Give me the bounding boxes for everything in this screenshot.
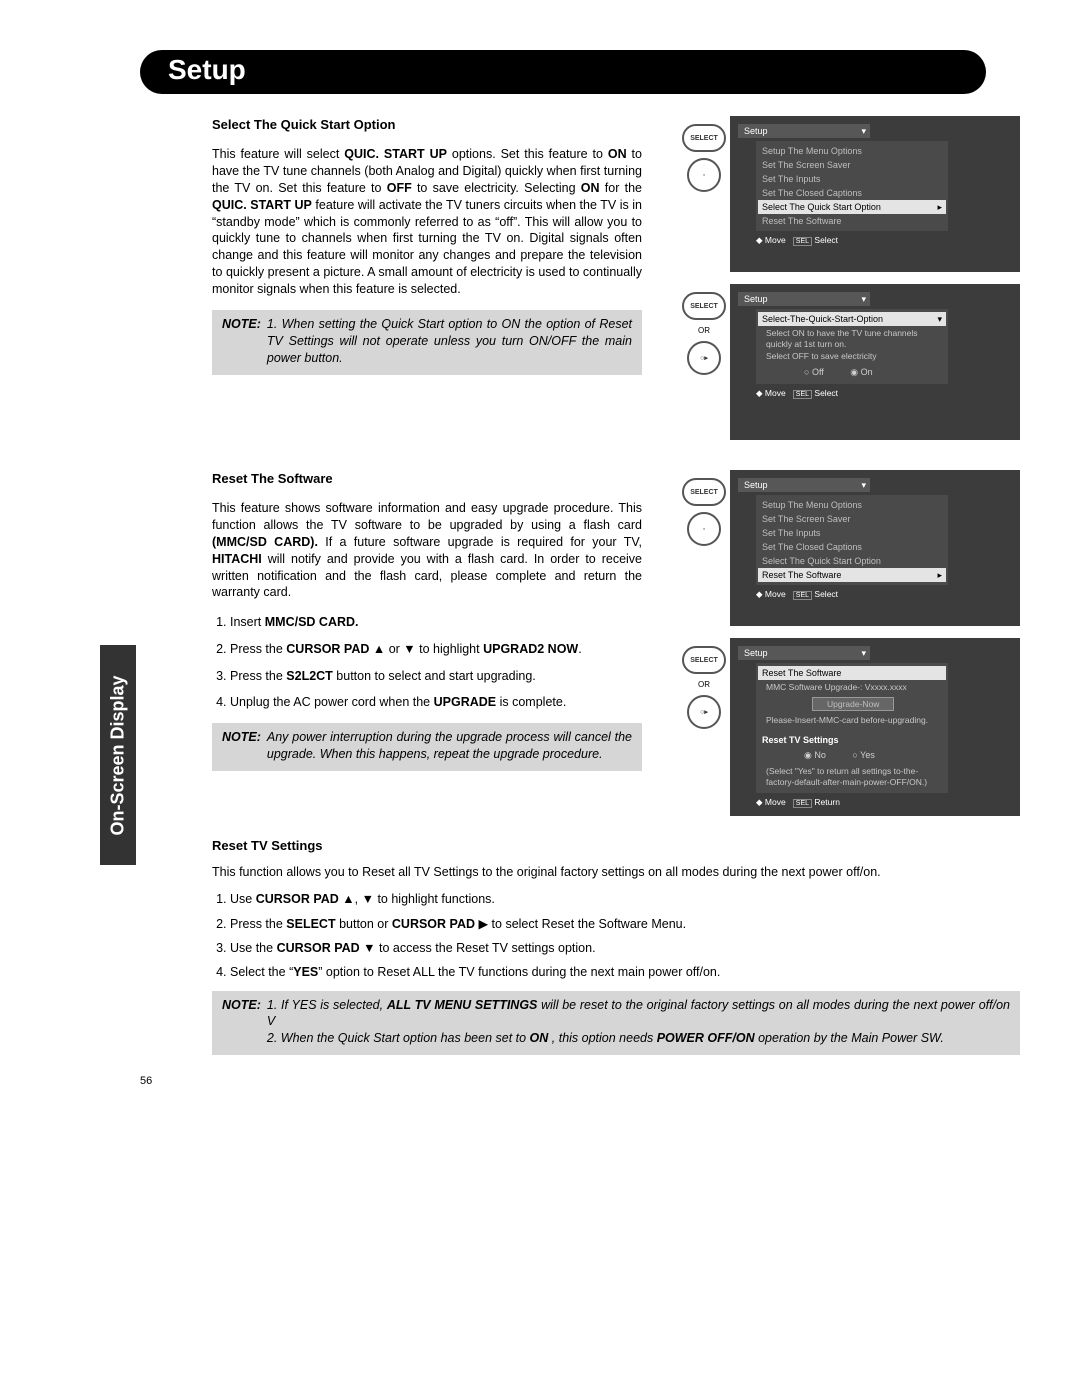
step-item: Use the CURSOR PAD ▼ to access the Reset…	[230, 941, 1020, 955]
note-upgrade: NOTE: Any power interruption during the …	[212, 723, 642, 771]
screen-panel-3: SELECT ◦ Setup Setup The Menu Options Se…	[730, 470, 1020, 626]
step-item: Insert MMC/SD CARD.	[230, 614, 642, 631]
section-reset-tv: Reset TV Settings This function allows y…	[212, 838, 1020, 1056]
menu-item[interactable]: Set The Closed Captions	[762, 540, 942, 554]
osd-statusbar: ◆ Move SEL Select	[756, 589, 1012, 600]
menu-item-highlighted[interactable]: Reset The Software▸	[758, 568, 946, 582]
para-reset-tv: This function allows you to Reset all TV…	[212, 865, 1020, 879]
osd-title: Setup	[738, 646, 870, 660]
menu-item[interactable]: Set The Closed Captions	[762, 186, 942, 200]
osd-hint: Select ON to have the TV tune channels q…	[766, 328, 942, 349]
osd-title: Setup	[738, 124, 870, 138]
note-label: NOTE:	[222, 316, 261, 367]
menu-item[interactable]: Set The Screen Saver	[762, 158, 942, 172]
menu-item[interactable]: Select The Quick Start Option	[762, 554, 942, 568]
remote-cursor-pad[interactable]: ◦	[687, 512, 721, 546]
option-off[interactable]: ○ Off	[804, 367, 824, 377]
upgrade-hint: Please-Insert-MMC-card before-upgrading.	[766, 715, 942, 726]
side-tab-text: On-Screen Display	[108, 675, 129, 835]
remote-cursor-pad[interactable]: ○▸	[687, 341, 721, 375]
step-item: Press the SELECT button or CURSOR PAD ▶ …	[230, 916, 1020, 931]
page-title: Setup	[168, 54, 246, 85]
note-text: 1. If YES is selected, ALL TV MENU SETTI…	[267, 997, 1010, 1048]
option-no[interactable]: ◉ No	[804, 750, 826, 761]
upgrade-title: MMC Software Upgrade-: Vxxxx.xxxx	[766, 682, 942, 693]
option-row: ◉ No ○ Yes	[792, 747, 942, 764]
step-item: Press the CURSOR PAD ▲ or ▼ to highlight…	[230, 641, 642, 658]
screen-panel-1: SELECT ◦ Setup Setup The Menu Options Se…	[730, 116, 1020, 272]
heading-reset-tv: Reset TV Settings	[212, 838, 1020, 853]
section-quick-start: Select The Quick Start Option This featu…	[212, 116, 1020, 452]
osd-hint: Select OFF to save electricity	[766, 351, 942, 362]
menu-item[interactable]: Setup The Menu Options	[762, 498, 942, 512]
screen-panel-2: SELECT OR ○▸ Setup Select-The-Quick-Star…	[730, 284, 1020, 440]
note-label: NOTE:	[222, 997, 261, 1048]
remote-cursor-pad[interactable]: ◦	[687, 158, 721, 192]
side-tab: On-Screen Display	[100, 645, 136, 865]
remote-select-button[interactable]: SELECT	[682, 478, 726, 506]
reset-hint: (Select "Yes" to return all settings to-…	[766, 766, 942, 787]
note-quick-start: NOTE: 1. When setting the Quick Start op…	[212, 310, 642, 375]
menu-item[interactable]: Set The Inputs	[762, 172, 942, 186]
option-on[interactable]: ◉ On	[850, 367, 872, 378]
menu-item[interactable]: Setup The Menu Options	[762, 144, 942, 158]
steps-list: Use CURSOR PAD ▲, ▼ to highlight functio…	[212, 892, 1020, 979]
osd-title: Setup	[738, 292, 870, 306]
step-item: Select the “YES” option to Reset ALL the…	[230, 965, 1020, 979]
or-text: OR	[676, 680, 732, 689]
heading-quick-start: Select The Quick Start Option	[212, 116, 642, 134]
remote-select-button[interactable]: SELECT	[682, 646, 726, 674]
note-text: 1. When setting the Quick Start option t…	[267, 316, 632, 367]
osd-title: Setup	[738, 478, 870, 492]
reset-tv-heading: Reset TV Settings	[762, 733, 942, 747]
option-row: ○ Off ◉ On	[792, 364, 942, 381]
remote-cursor-pad[interactable]: ○▸	[687, 695, 721, 729]
screen-panel-4: SELECT OR ○▸ Setup Reset The Software MM…	[730, 638, 1020, 816]
note-label: NOTE:	[222, 729, 261, 763]
option-yes[interactable]: ○ Yes	[852, 750, 874, 760]
menu-item[interactable]: Set The Inputs	[762, 526, 942, 540]
osd-statusbar: ◆ Move SEL Select	[756, 388, 1012, 399]
steps-list: Insert MMC/SD CARD. Press the CURSOR PAD…	[212, 614, 642, 712]
menu-item-highlighted[interactable]: Select-The-Quick-Start-Option▾	[758, 312, 946, 326]
step-item: Press the S2L2CT button to select and st…	[230, 668, 642, 685]
or-text: OR	[676, 326, 732, 335]
page: On-Screen Display Setup Select The Quick…	[0, 0, 1080, 1117]
step-item: Use CURSOR PAD ▲, ▼ to highlight functio…	[230, 892, 1020, 906]
note-reset-tv: NOTE: 1. If YES is selected, ALL TV MENU…	[212, 991, 1020, 1056]
note-text: Any power interruption during the upgrad…	[267, 729, 632, 763]
step-item: Unplug the AC power cord when the UPGRAD…	[230, 694, 642, 711]
title-bar: Setup	[140, 50, 986, 94]
remote-select-button[interactable]: SELECT	[682, 292, 726, 320]
osd-statusbar: ◆ Move SEL Return	[756, 797, 1012, 808]
osd-statusbar: ◆ Move SEL Select	[756, 235, 1012, 246]
menu-item-highlighted[interactable]: Reset The Software	[758, 666, 946, 680]
upgrade-now-button[interactable]: Upgrade-Now	[812, 697, 894, 711]
para-reset-software: This feature shows software information …	[212, 500, 642, 601]
menu-item-highlighted[interactable]: Select The Quick Start Option▸	[758, 200, 946, 214]
heading-reset-software: Reset The Software	[212, 470, 642, 488]
para-quick-start: This feature will select QUIC. START UP …	[212, 146, 642, 298]
page-number: 56	[140, 1075, 1020, 1087]
remote-select-button[interactable]: SELECT	[682, 124, 726, 152]
menu-item[interactable]: Reset The Software	[762, 214, 942, 228]
section-reset-software: Reset The Software This feature shows so…	[212, 470, 1020, 828]
menu-item[interactable]: Set The Screen Saver	[762, 512, 942, 526]
